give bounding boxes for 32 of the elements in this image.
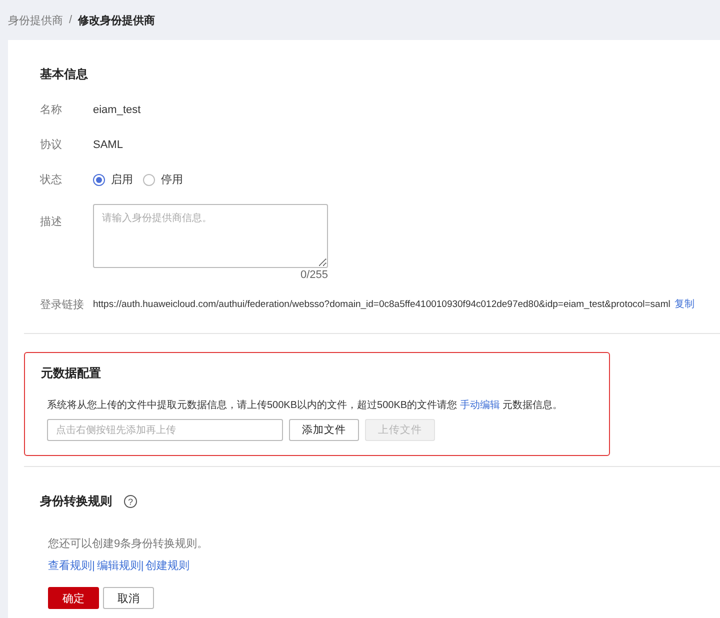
rule-link[interactable]: 编辑规则|: [96, 558, 144, 573]
radio-label: 停用: [161, 173, 183, 187]
help-icon[interactable]: ?: [124, 495, 137, 508]
section-title: 元数据配置: [41, 365, 102, 382]
confirm-button[interactable]: 确定: [48, 587, 99, 609]
breadcrumb-link[interactable]: 身份提供商: [8, 12, 63, 28]
breadcrumb-current: 修改身份提供商: [78, 14, 156, 28]
field-value: eiam_test: [93, 103, 141, 118]
field-label: 描述: [40, 215, 63, 230]
section-title: 基本信息: [40, 66, 89, 83]
manual-edit-link[interactable]: 手动编辑: [460, 400, 500, 411]
field-label: 名称: [40, 103, 63, 118]
metadata-description: 系统将从您上传的文件中提取元数据信息，请上传500KB以内的文件，超过500KB的文件请您 手动编辑 元数据信息。: [47, 398, 563, 413]
section-title: 身份转换规则: [40, 493, 112, 510]
description-field[interactable]: 请输入身份提供商信息。: [93, 204, 328, 268]
radio-button[interactable]: [93, 174, 105, 186]
login-url: https://auth.huaweicloud.com/authui/federation/websso?domain_id=0c8a5ffe410010930f94c012de97ed80&idp=eiam_test&protocol=saml: [93, 298, 670, 312]
rule-link[interactable]: 创建规则: [146, 558, 190, 573]
field-value: SAML: [93, 138, 123, 153]
cancel-button[interactable]: 取消: [103, 587, 154, 609]
copy-link[interactable]: 复制: [674, 297, 694, 313]
character-counter: 0/255: [300, 269, 328, 281]
field-label: 协议: [40, 138, 63, 153]
file-field[interactable]: 点击右侧按钮先添加再上传: [47, 419, 283, 441]
radio-button[interactable]: [143, 174, 155, 186]
radio-label: 启用: [111, 172, 133, 187]
add-file-button[interactable]: 添加文件: [289, 419, 359, 441]
rules-note: 您还可以创建9条身份转换规则。: [48, 537, 210, 551]
field-label: 状态: [40, 172, 63, 188]
rule-link[interactable]: 查看规则|: [48, 558, 95, 573]
field-label: 登录链接: [40, 298, 85, 313]
breadcrumb-separator: /: [69, 14, 72, 26]
